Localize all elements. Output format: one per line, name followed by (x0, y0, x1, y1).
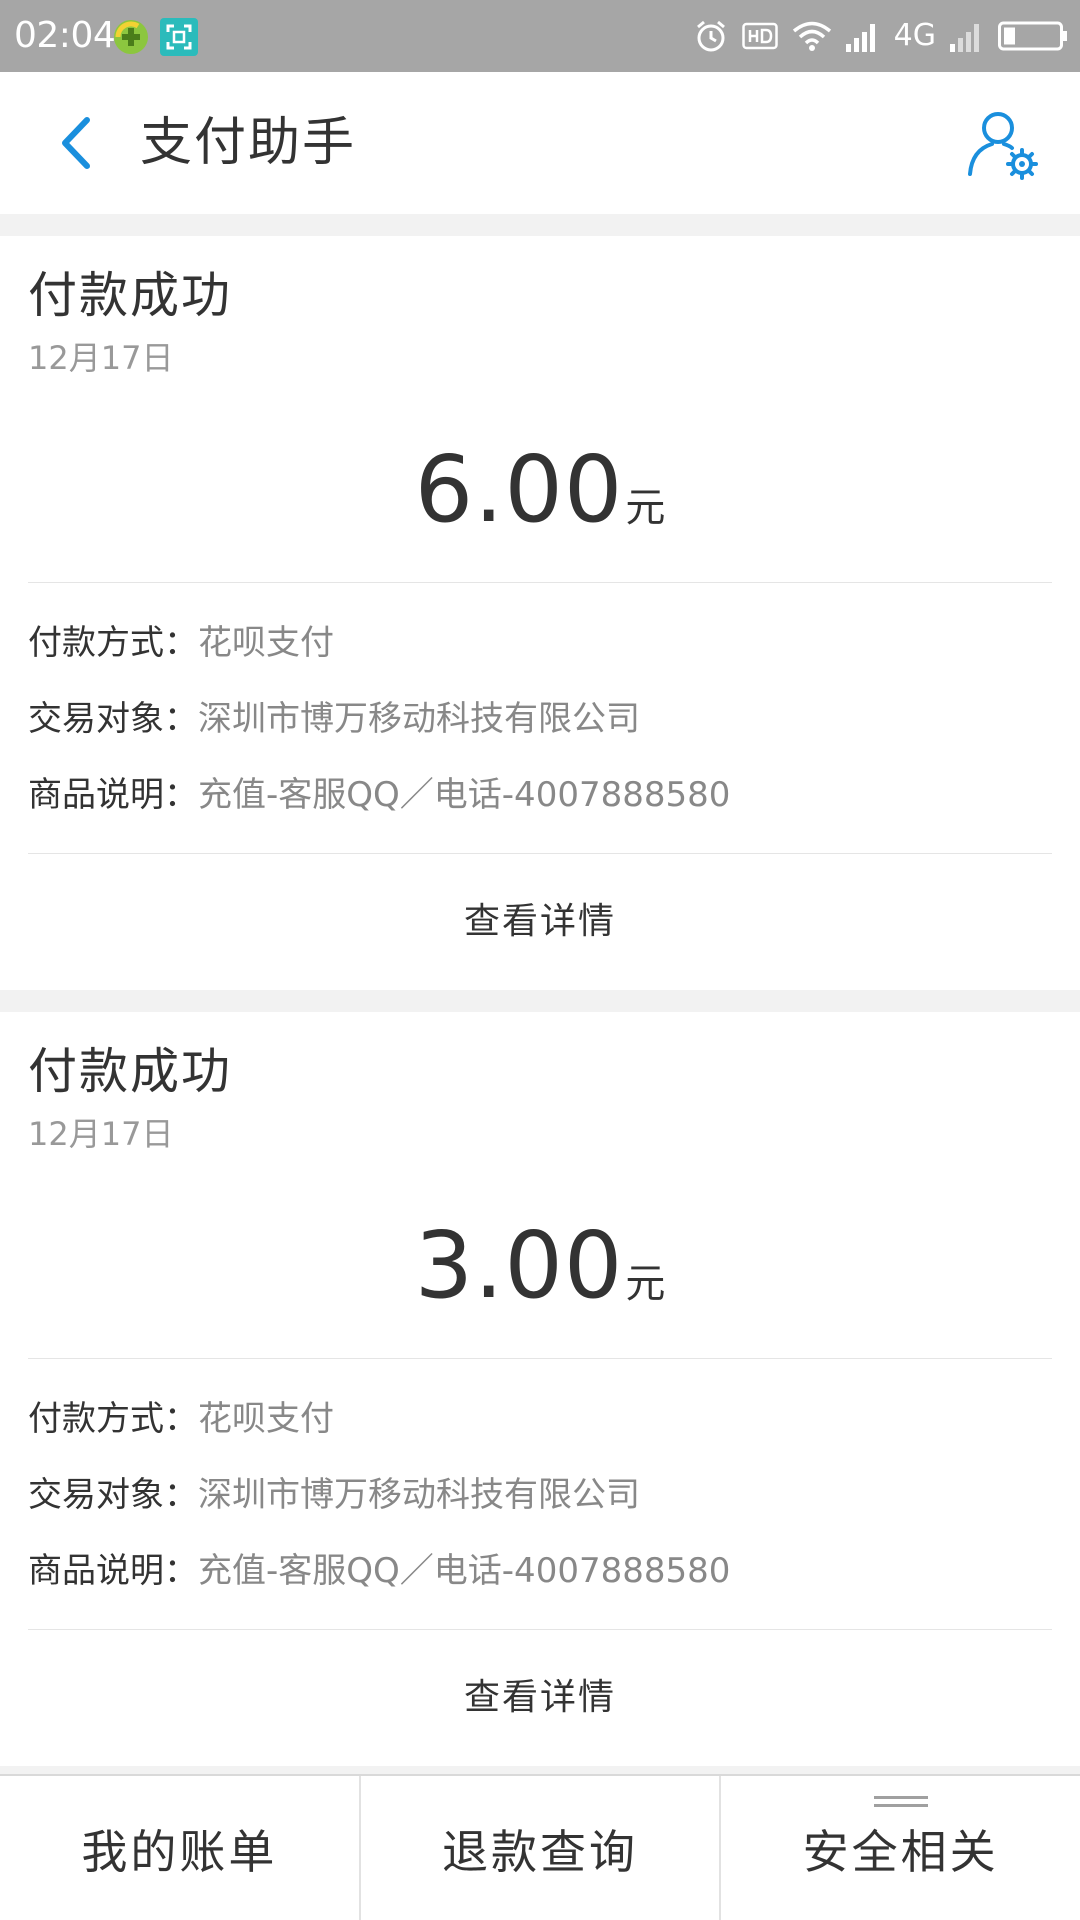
battery-icon (998, 21, 1067, 51)
payment-amount: 6.00元 (0, 440, 1080, 540)
tab-security[interactable]: 安全相关 (719, 1776, 1080, 1920)
card-header: 付款成功 12月17日 (0, 236, 1080, 380)
amount-unit: 元 (625, 485, 666, 531)
detail-value: 花呗支付 (198, 623, 334, 663)
detail-label: 商品说明： (28, 1551, 198, 1591)
scanner-app-icon (160, 18, 198, 56)
amount-value: 6.00 (414, 436, 624, 543)
view-details-button[interactable]: 查看详情 (0, 1630, 1080, 1766)
payment-date: 12月17日 (28, 339, 174, 377)
user-settings-icon (968, 112, 1038, 180)
amount-unit: 元 (625, 1261, 666, 1307)
cellular-signal-icon (845, 24, 875, 52)
payment-card: 付款成功 12月17日 3.00元 付款方式：花呗支付 交易对象：深圳市博万移动… (0, 1012, 1080, 1766)
detail-value: 充值-客服QQ／电话-4007888580 (198, 775, 731, 815)
wifi-icon (792, 21, 831, 51)
status-time: 02:04 (14, 15, 116, 56)
tab-label: 我的账单 (81, 1825, 278, 1879)
detail-value: 深圳市博万移动科技有限公司 (198, 1475, 640, 1515)
status-bar: 02:04 4G (0, 0, 1080, 72)
chevron-left-icon (62, 117, 90, 169)
detail-row-product: 商品说明：充值-客服QQ／电话-4007888580 (28, 773, 1052, 817)
detail-label: 付款方式： (28, 1399, 198, 1439)
payment-amount: 3.00元 (0, 1216, 1080, 1316)
user-settings-button[interactable] (964, 106, 1040, 182)
network-type: 4G (893, 18, 936, 53)
payment-date: 12月17日 (28, 1115, 174, 1153)
tab-label: 退款查询 (442, 1825, 638, 1879)
amount-value: 3.00 (414, 1212, 624, 1319)
detail-label: 商品说明： (28, 775, 198, 815)
navigation-bar: 支付助手 (0, 72, 1080, 214)
detail-label: 交易对象： (28, 1475, 198, 1515)
back-button[interactable] (40, 108, 110, 178)
payment-list: 付款成功 12月17日 6.00元 付款方式：花呗支付 交易对象：深圳市博万移动… (0, 214, 1080, 1774)
page-title: 支付助手 (140, 113, 357, 173)
detail-row-merchant: 交易对象：深圳市博万移动科技有限公司 (28, 1473, 1052, 1517)
payment-status: 付款成功 (28, 1043, 233, 1100)
detail-row-payment-method: 付款方式：花呗支付 (28, 1397, 1052, 1441)
payment-details: 付款方式：花呗支付 交易对象：深圳市博万移动科技有限公司 商品说明：充值-客服Q… (0, 583, 1080, 853)
menu-lines-icon (873, 1796, 928, 1807)
tab-refund-query[interactable]: 退款查询 (358, 1776, 720, 1920)
payment-details: 付款方式：花呗支付 交易对象：深圳市博万移动科技有限公司 商品说明：充值-客服Q… (0, 1359, 1080, 1629)
payment-status: 付款成功 (28, 267, 233, 324)
status-icons: 4G (694, 14, 1068, 58)
view-details-button[interactable]: 查看详情 (0, 854, 1080, 990)
green-plus-app-icon (114, 20, 148, 54)
alarm-icon (696, 20, 725, 52)
tab-label: 安全相关 (802, 1825, 999, 1879)
detail-row-payment-method: 付款方式：花呗支付 (28, 621, 1052, 665)
payment-card: 付款成功 12月17日 6.00元 付款方式：花呗支付 交易对象：深圳市博万移动… (0, 236, 1080, 990)
detail-value: 花呗支付 (198, 1399, 334, 1439)
card-header: 付款成功 12月17日 (0, 1012, 1080, 1156)
app-screen: 02:04 4G 支付助手 付款成功 12月17日 6.00元 付款方式：花呗支… (0, 0, 1080, 1920)
detail-row-merchant: 交易对象：深圳市博万移动科技有限公司 (28, 697, 1052, 741)
cellular-signal-icon (950, 24, 979, 52)
detail-value: 深圳市博万移动科技有限公司 (198, 699, 640, 739)
bottom-tab-bar: 我的账单 退款查询 安全相关 (0, 1774, 1080, 1920)
detail-label: 交易对象： (28, 699, 198, 739)
detail-value: 充值-客服QQ／电话-4007888580 (198, 1551, 731, 1591)
tab-my-bills[interactable]: 我的账单 (0, 1776, 359, 1920)
detail-label: 付款方式： (28, 623, 198, 663)
detail-row-product: 商品说明：充值-客服QQ／电话-4007888580 (28, 1549, 1052, 1593)
hd-icon (741, 22, 778, 50)
